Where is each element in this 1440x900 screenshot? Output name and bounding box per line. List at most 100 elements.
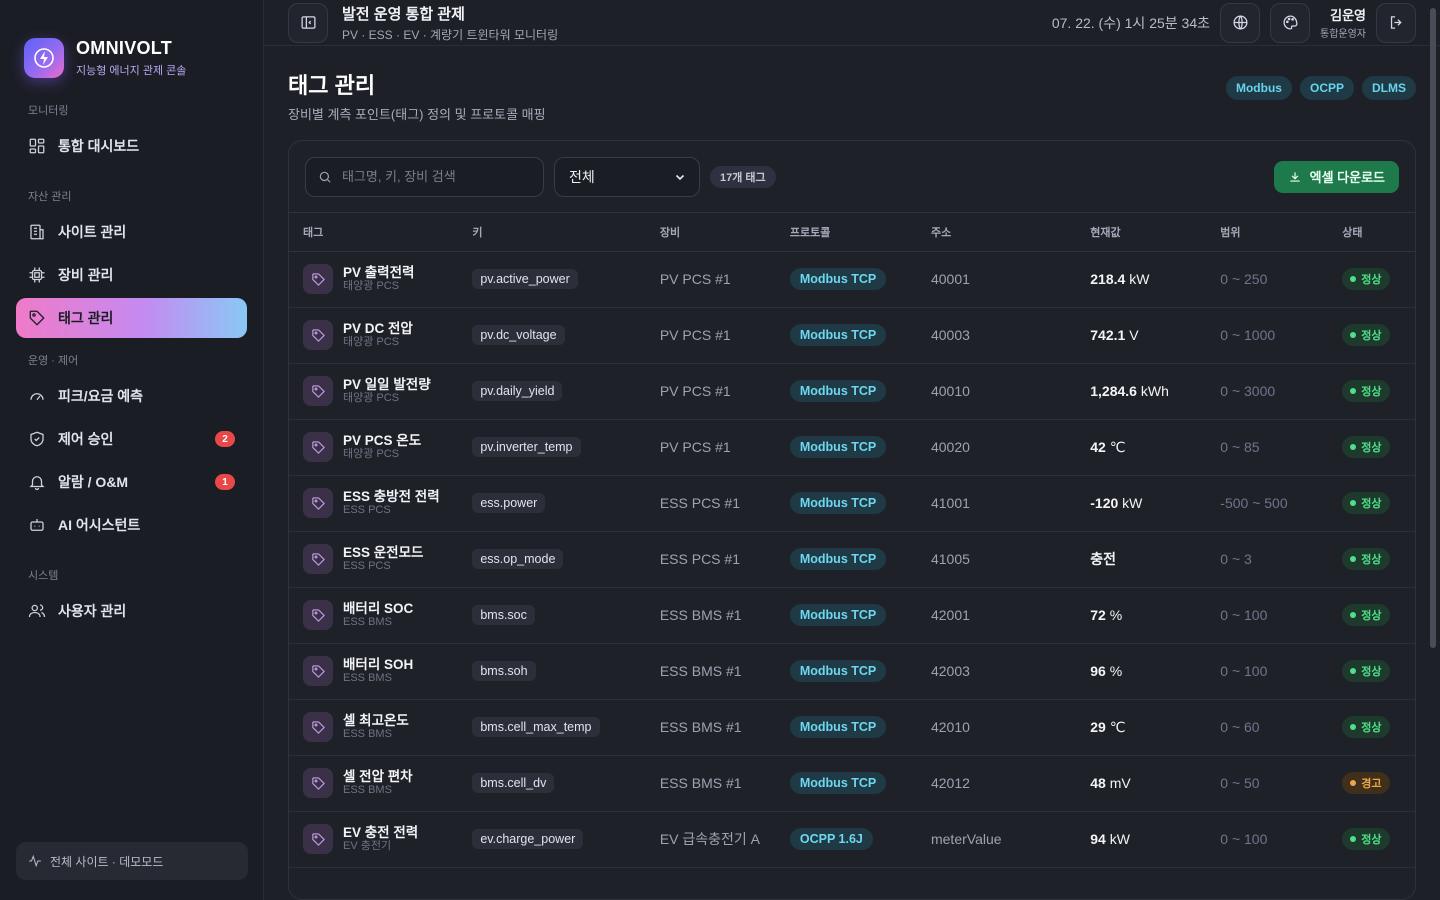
sidebar-item-ai-assistant[interactable]: AI 어시스턴트	[16, 505, 247, 545]
protocol-cell: OCPP 1.6J	[775, 811, 917, 868]
device-cell: PV PCS #1	[645, 307, 776, 364]
key-cell: pv.inverter_temp	[458, 419, 646, 476]
column-header-range[interactable]: 범위	[1206, 213, 1329, 252]
sidebar-item-alarms[interactable]: 알람 / O&M 1	[16, 462, 247, 502]
table-row[interactable]: ESS 운전모드 ESS PCS ess.op_mode ESS PCS #1 …	[289, 531, 1415, 588]
value-cell: 충전	[1076, 531, 1207, 588]
address-cell: 41001	[916, 475, 1077, 532]
sidebar-item-peak-forecast[interactable]: 피크/요금 예측	[16, 376, 247, 416]
range-cell: 0 ~ 100	[1206, 587, 1329, 644]
status-label: 정상	[1361, 554, 1382, 566]
key-cell: bms.soh	[458, 643, 646, 700]
tag-device-type: ESS BMS	[343, 784, 392, 796]
sidebar-item-label: 태그 관리	[58, 310, 114, 326]
key-cell: pv.daily_yield	[458, 363, 646, 420]
value-cell: 72 %	[1076, 587, 1207, 644]
tag-cell: 배터리 SOH ESS BMS	[289, 643, 459, 700]
status-label: 경고	[1361, 778, 1382, 790]
user-info[interactable]: 김운영 통합운영자	[1320, 5, 1366, 40]
page-subtitle: 장비별 계측 포인트(태그) 정의 및 프로토콜 매핑	[288, 107, 546, 122]
protocol-chip-modbus[interactable]: Modbus	[1225, 76, 1292, 100]
clock: 07. 22. (수) 1시 25분 34초	[1051, 14, 1210, 31]
status-cell: 정상	[1328, 587, 1415, 644]
table-header-row: 태그 키 장비 프로토콜 주소 현재값 범위 상태	[289, 213, 1415, 252]
column-header-tag[interactable]: 태그	[289, 213, 459, 252]
key-cell: bms.cell_dv	[458, 755, 646, 812]
logout-button[interactable]	[1376, 2, 1416, 43]
current-value: 742.1	[1090, 327, 1126, 343]
sidebar-item-users[interactable]: 사용자 관리	[16, 591, 247, 631]
current-value: 96	[1090, 663, 1106, 679]
status-dot	[1350, 668, 1357, 674]
status-dot	[1350, 724, 1357, 730]
excel-download-label: 엑셀 다운로드	[1309, 170, 1385, 185]
table-row[interactable]: PV PCS 온도 태양광 PCS pv.inverter_temp PV PC…	[289, 419, 1415, 476]
protocol-filter-select[interactable]: 전체	[554, 156, 700, 197]
status-badge: 정상	[1342, 436, 1390, 458]
tag-icon	[303, 656, 333, 686]
column-header-key[interactable]: 키	[458, 213, 646, 252]
column-header-device[interactable]: 장비	[645, 213, 776, 252]
key-cell: ess.op_mode	[458, 531, 646, 588]
protocol-cell: Modbus TCP	[775, 251, 917, 308]
sidebar-item-devices[interactable]: 장비 관리	[16, 255, 247, 295]
table-row[interactable]: 배터리 SOH ESS BMS bms.soh ESS BMS #1 Modbu…	[289, 643, 1415, 700]
sidebar-toggle-icon	[300, 16, 316, 29]
status-dot	[1350, 332, 1357, 338]
tag-device-type: 태양광 PCS	[343, 392, 400, 404]
table-row[interactable]: PV 일일 발전량 태양광 PCS pv.daily_yield PV PCS …	[289, 363, 1415, 420]
column-header-value[interactable]: 현재값	[1076, 213, 1207, 252]
toggle-sidebar-button[interactable]	[288, 2, 328, 43]
protocol-chip-ocpp[interactable]: OCPP	[1299, 76, 1354, 100]
sidebar-item-control-approval[interactable]: 제어 승인 2	[16, 419, 247, 459]
table-row[interactable]: PV 출력전력 태양광 PCS pv.active_power PV PCS #…	[289, 251, 1415, 308]
sidebar-item-label: 알람 / O&M	[58, 474, 129, 490]
excel-download-button[interactable]: 엑셀 다운로드	[1273, 160, 1399, 193]
tag-name: 셀 최고온도	[343, 713, 409, 728]
value-unit: kW	[1109, 831, 1130, 847]
table-row[interactable]: 셀 최고온도 ESS BMS bms.cell_max_temp ESS BMS…	[289, 699, 1415, 756]
value-cell: 96 %	[1076, 643, 1207, 700]
table-row[interactable]: ESS 충방전 전력 ESS PCS ess.power ESS PCS #1 …	[289, 475, 1415, 532]
language-button[interactable]	[1220, 2, 1260, 43]
current-value: 218.4	[1090, 271, 1126, 287]
protocol-chip-dlms[interactable]: DLMS	[1362, 76, 1416, 100]
device-cell: PV PCS #1	[645, 363, 776, 420]
tag-device-type: ESS BMS	[343, 672, 392, 684]
sidebar-item-label: 통합 대시보드	[58, 138, 140, 154]
tag-device-type: 태양광 PCS	[343, 336, 400, 348]
status-cell: 정상	[1328, 811, 1415, 868]
search-input[interactable]	[341, 169, 531, 184]
protocol-badge: Modbus TCP	[789, 772, 887, 794]
sidebar-item-sites[interactable]: 사이트 관리	[16, 212, 247, 252]
sidebar-item-tags[interactable]: 태그 관리	[16, 298, 247, 338]
tag-name: 배터리 SOC	[343, 601, 414, 616]
tag-device-type: 태양광 PCS	[343, 448, 400, 460]
column-header-address[interactable]: 주소	[916, 213, 1077, 252]
sidebar-item-dashboard[interactable]: 통합 대시보드	[16, 126, 247, 166]
table-row[interactable]: 배터리 SOC ESS BMS bms.soc ESS BMS #1 Modbu…	[289, 587, 1415, 644]
brand[interactable]: OMNIVOLT 지능형 에너지 관제 콘솔	[0, 0, 263, 90]
tag-name: EV 충전 전력	[343, 825, 419, 840]
logout-icon	[1390, 16, 1402, 29]
table-row[interactable]: EV 충전 전력 EV 충전기 ev.charge_power EV 급속충전기…	[289, 811, 1415, 868]
tag-key: bms.cell_max_temp	[472, 717, 600, 737]
tag-name: 셀 전압 편차	[343, 769, 413, 784]
table-row[interactable]: 셀 전압 편차 ESS BMS bms.cell_dv ESS BMS #1 M…	[289, 755, 1415, 812]
status-label: 정상	[1361, 330, 1382, 342]
sidebar-item-label: 사용자 관리	[58, 603, 127, 619]
column-header-status[interactable]: 상태	[1328, 213, 1415, 252]
tag-icon	[303, 544, 333, 574]
tag-cell: PV 출력전력 태양광 PCS	[289, 251, 459, 308]
column-header-protocol[interactable]: 프로토콜	[775, 213, 917, 252]
current-value: -120	[1090, 495, 1119, 511]
theme-button[interactable]	[1270, 2, 1310, 43]
value-unit: %	[1109, 663, 1123, 679]
address-cell: 40001	[916, 251, 1077, 308]
page-scrollbar[interactable]	[1430, 8, 1436, 648]
site-mode-indicator[interactable]: 전체 사이트 · 데모모드	[16, 842, 248, 880]
table-row[interactable]: PV DC 전압 태양광 PCS pv.dc_voltage PV PCS #1…	[289, 307, 1415, 364]
status-label: 정상	[1361, 666, 1382, 678]
tag-cell: 배터리 SOC ESS BMS	[289, 587, 459, 644]
tag-key: pv.daily_yield	[472, 381, 563, 401]
